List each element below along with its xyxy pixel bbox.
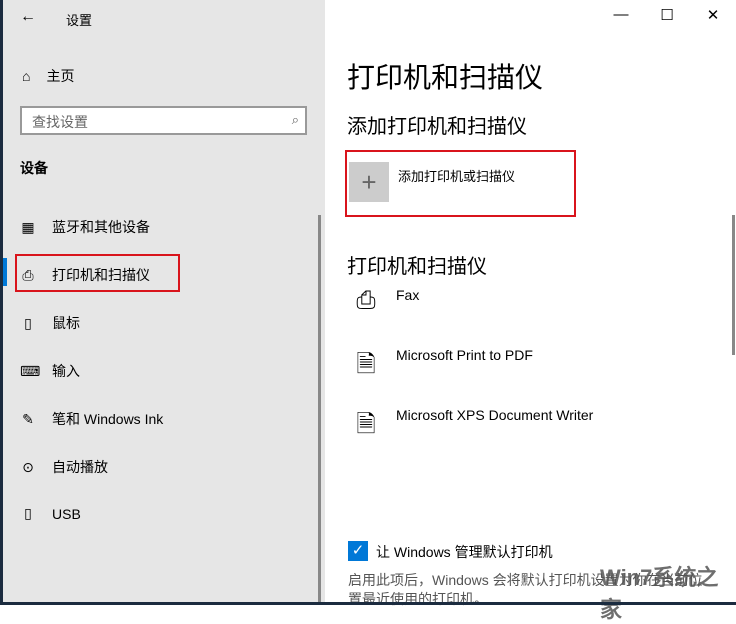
main-scrollbar[interactable] xyxy=(732,215,735,355)
watermark-logo: Win7系统之家 xyxy=(600,565,719,622)
minimize-button[interactable]: — xyxy=(598,6,644,23)
sidebar-item-autoplay[interactable]: ⊙ 自动播放 xyxy=(20,457,108,477)
search-icon[interactable]: ⌕ xyxy=(292,112,299,128)
highlight-box xyxy=(15,254,180,292)
window-title: 设置 xyxy=(66,13,93,28)
sidebar-scrollbar[interactable] xyxy=(318,215,321,605)
device-item[interactable]: 🗎 Microsoft Print to PDF xyxy=(350,347,533,381)
nav-label: 鼠标 xyxy=(52,315,80,331)
document-printer-icon: 🗎 xyxy=(356,351,376,378)
device-name: Microsoft XPS Document Writer xyxy=(396,407,594,423)
device-name: Microsoft Print to PDF xyxy=(396,347,533,363)
sidebar-item-typing[interactable]: ⌨ 输入 xyxy=(20,361,80,381)
sidebar-item-mouse[interactable]: ▯ 鼠标 xyxy=(20,313,80,333)
fax-printer-icon: ⎙ xyxy=(356,287,376,314)
home-icon: ⌂ xyxy=(22,68,31,84)
sidebar-item-home[interactable]: ⌂ 主页 xyxy=(22,66,74,86)
autoplay-icon: ⊙ xyxy=(22,458,34,475)
nav-label: 笔和 Windows Ink xyxy=(52,411,164,427)
nav-label: 自动播放 xyxy=(52,459,108,475)
back-button[interactable]: ← xyxy=(20,8,36,26)
usb-icon: ▯ xyxy=(24,505,32,521)
device-item[interactable]: ⎙ Fax xyxy=(350,287,419,321)
home-label: 主页 xyxy=(46,68,75,84)
search-placeholder: 查找设置 xyxy=(32,114,88,130)
category-heading: 设备 xyxy=(20,160,48,176)
highlight-box xyxy=(345,150,576,217)
keyboard-icon: ⌨ xyxy=(20,362,41,379)
sidebar-item-bluetooth[interactable]: ▦ 蓝牙和其他设备 xyxy=(20,217,150,237)
bluetooth-devices-icon: ▦ xyxy=(21,218,35,235)
add-section-heading: 添加打印机和扫描仪 xyxy=(347,116,527,138)
checkbox-label[interactable]: 让 Windows 管理默认打印机 xyxy=(376,542,553,562)
nav-label: USB xyxy=(52,505,81,522)
mouse-icon: ▯ xyxy=(24,314,32,331)
window-edge xyxy=(0,0,3,605)
sidebar: ← 设置 ⌂ 主页 查找设置 ⌕ 设备 ▦ 蓝牙和其他设备 ⎙ 打印机和扫描仪 ▯ 鼠标 … xyxy=(0,0,325,605)
page-title: 打印机和扫描仪 xyxy=(347,62,544,93)
close-button[interactable]: ✕ xyxy=(690,6,736,24)
sidebar-item-pen[interactable]: ✎ 笔和 Windows Ink xyxy=(20,409,163,429)
nav-label: 蓝牙和其他设备 xyxy=(52,219,150,235)
selection-indicator xyxy=(3,258,7,286)
pen-icon: ✎ xyxy=(22,410,34,427)
device-name: Fax xyxy=(396,287,420,303)
document-printer-icon: 🗎 xyxy=(356,411,376,438)
nav-label: 输入 xyxy=(52,363,80,379)
device-item[interactable]: 🗎 Microsoft XPS Document Writer xyxy=(350,407,593,441)
sidebar-item-usb[interactable]: ▯ USB xyxy=(20,505,81,522)
default-printer-checkbox[interactable]: ✓ xyxy=(348,541,368,561)
search-input[interactable]: 查找设置 ⌕ xyxy=(20,106,307,135)
printers-section-heading: 打印机和扫描仪 xyxy=(347,256,487,278)
maximize-button[interactable]: ☐ xyxy=(644,6,690,24)
